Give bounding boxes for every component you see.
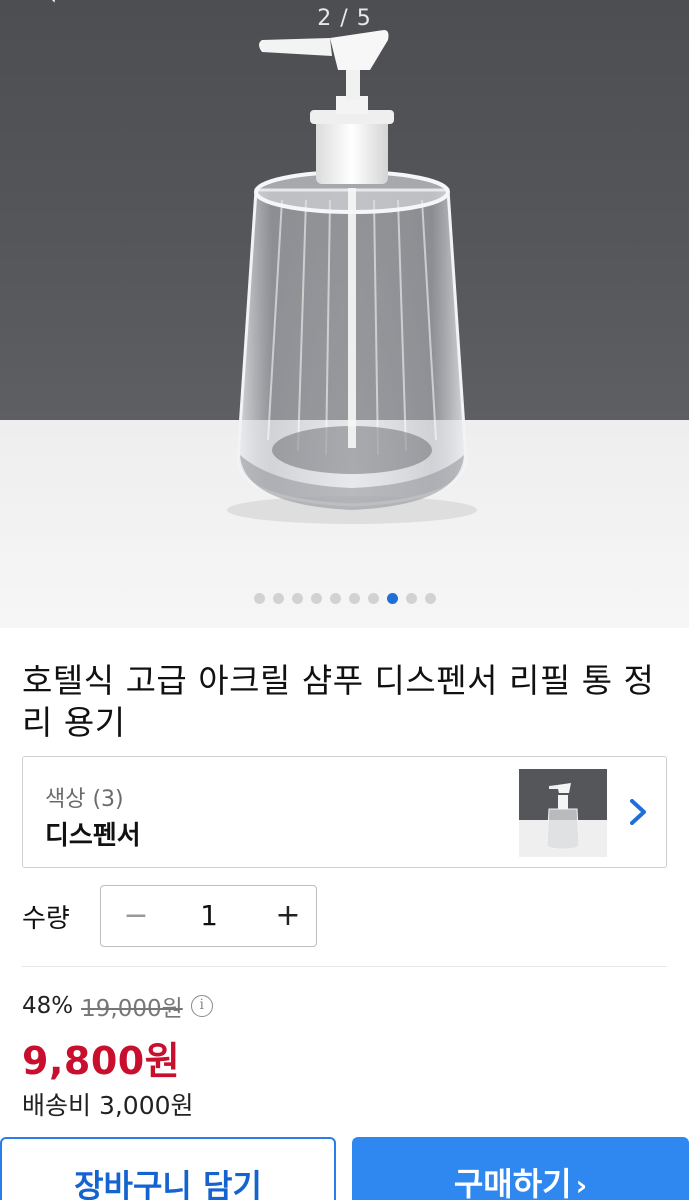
option-thumbnail-image [519,769,607,857]
sale-price: 9,800원 [22,1039,181,1083]
pagination-dot[interactable] [310,593,322,604]
pagination-dot[interactable] [405,593,417,604]
product-image-gallery[interactable]: ‹ 2 / 5 [0,0,689,628]
pagination-dot[interactable] [253,593,265,604]
chevron-right-icon: › [575,1169,588,1200]
section-divider [22,966,667,967]
quantity-label: 수량 [22,904,70,934]
buy-now-button[interactable]: 구매하기 › [352,1137,689,1200]
add-to-cart-label: 장바구니 담기 [74,1167,262,1200]
add-to-cart-button[interactable]: 장바구니 담기 [0,1137,336,1200]
quantity-decrease-button[interactable]: − [119,898,153,934]
pagination-dot[interactable] [367,593,379,604]
dispenser-photo [227,30,477,524]
quantity-increase-button[interactable]: + [271,898,305,934]
pagination-dot[interactable] [386,593,398,604]
option-label: 색상 (3) [45,787,124,812]
shipping-fee: 배송비 3,000원 [22,1091,194,1120]
chevron-right-icon[interactable] [623,787,653,837]
pagination-dot[interactable] [348,593,360,604]
image-page-counter: 2 / 5 [317,6,372,31]
option-selected-value: 디스펜서 [45,821,141,851]
discount-row: 48% 19,000원 i [22,990,213,1022]
pagination-dot[interactable] [272,593,284,604]
quantity-value[interactable]: 1 [181,898,237,934]
discount-rate: 48% [22,993,74,1019]
buy-now-label: 구매하기 [453,1165,572,1200]
original-price: 19,000원 [81,996,183,1022]
info-icon[interactable]: i [190,995,213,1017]
quantity-stepper: − 1 + [100,885,317,947]
color-option-selector[interactable]: 색상 (3) 디스펜서 [22,756,667,868]
product-title: 호텔식 고급 아크릴 샴푸 디스펜서 리필 통 정리 용기 [22,661,655,742]
gallery-pagination-dots [0,593,689,604]
pagination-dot[interactable] [329,593,341,604]
pagination-dot[interactable] [291,593,303,604]
pagination-dot[interactable] [424,593,436,604]
